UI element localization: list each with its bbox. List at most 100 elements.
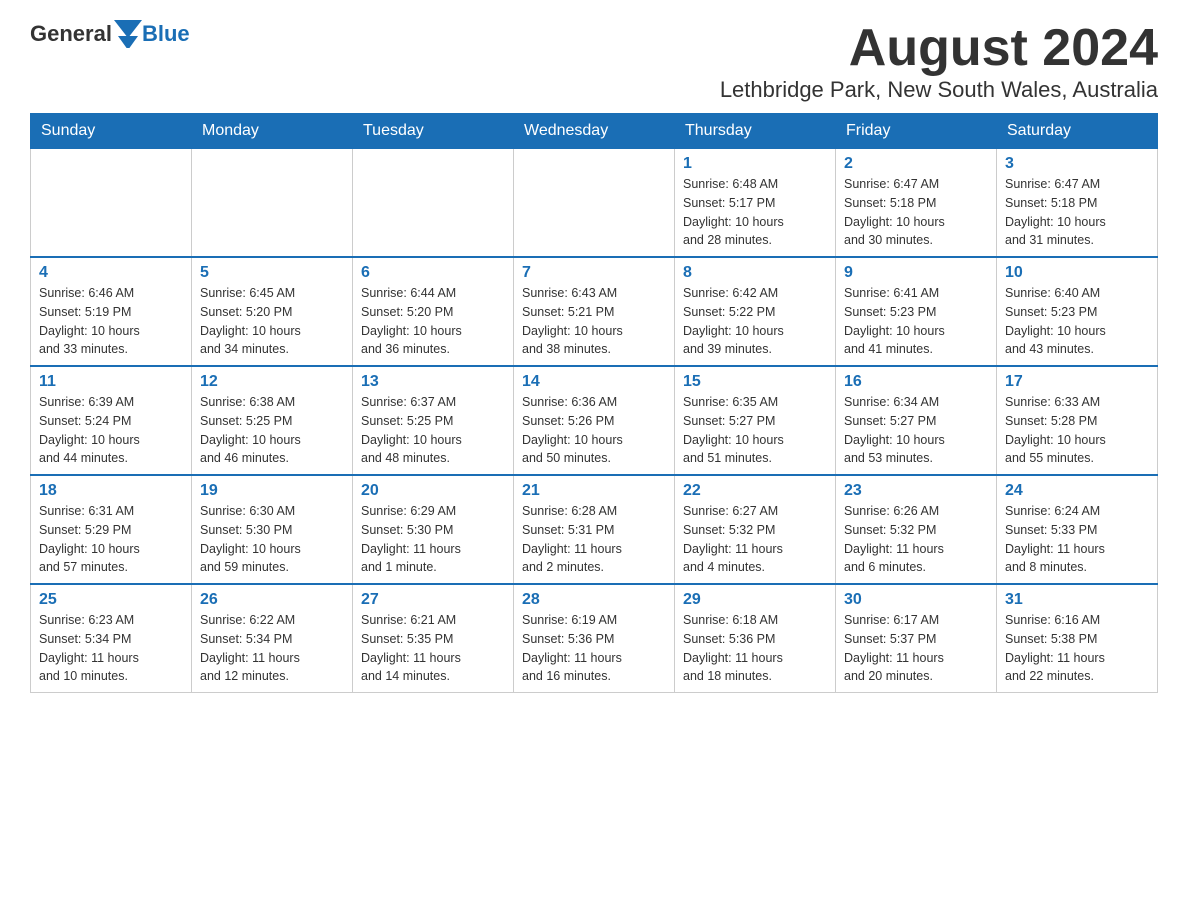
day-info: Sunrise: 6:44 AMSunset: 5:20 PMDaylight:…	[361, 284, 505, 359]
day-number: 26	[200, 591, 344, 609]
calendar-cell: 26 Sunrise: 6:22 AMSunset: 5:34 PMDayligh…	[192, 584, 353, 693]
calendar-cell: 5 Sunrise: 6:45 AMSunset: 5:20 PMDaylight…	[192, 257, 353, 366]
day-info: Sunrise: 6:28 AMSunset: 5:31 PMDaylight:…	[522, 502, 666, 577]
column-header-tuesday: Tuesday	[353, 114, 514, 149]
title-area: August 2024 Lethbridge Park, New South W…	[720, 20, 1158, 103]
day-info: Sunrise: 6:26 AMSunset: 5:32 PMDaylight:…	[844, 502, 988, 577]
day-number: 8	[683, 264, 827, 282]
calendar-cell: 24Sunrise: 6:24 AMSunset: 5:33 PMDayligh…	[997, 475, 1158, 584]
day-number: 25	[39, 591, 183, 609]
day-number: 10	[1005, 264, 1149, 282]
page-header: General Blue August 2024 Lethbridge Park…	[30, 20, 1158, 103]
calendar-week-1: 1 Sunrise: 6:48 AMSunset: 5:17 PMDaylight…	[31, 149, 1158, 258]
calendar-cell: 12 Sunrise: 6:38 AMSunset: 5:25 PMDayligh…	[192, 366, 353, 475]
day-number: 17	[1005, 373, 1149, 391]
day-info: Sunrise: 6:23 AMSunset: 5:34 PMDaylight:…	[39, 611, 183, 686]
logo-general-text: General	[30, 21, 112, 47]
calendar-cell: 2 Sunrise: 6:47 AMSunset: 5:18 PMDaylight…	[836, 149, 997, 258]
calendar-cell: 27 Sunrise: 6:21 AMSunset: 5:35 PMDayligh…	[353, 584, 514, 693]
day-info: Sunrise: 6:37 AMSunset: 5:25 PMDaylight:…	[361, 393, 505, 468]
day-info: Sunrise: 6:35 AMSunset: 5:27 PMDaylight:…	[683, 393, 827, 468]
day-info: Sunrise: 6:40 AMSunset: 5:23 PMDaylight:…	[1005, 284, 1149, 359]
day-info: Sunrise: 6:36 AMSunset: 5:26 PMDaylight:…	[522, 393, 666, 468]
calendar-week-5: 25 Sunrise: 6:23 AMSunset: 5:34 PMDayligh…	[31, 584, 1158, 693]
logo-icon	[114, 20, 142, 48]
day-info: Sunrise: 6:43 AMSunset: 5:21 PMDaylight:…	[522, 284, 666, 359]
calendar-cell: 17 Sunrise: 6:33 AMSunset: 5:28 PMDayligh…	[997, 366, 1158, 475]
day-number: 3	[1005, 155, 1149, 173]
logo-blue-text: Blue	[142, 21, 190, 47]
calendar-cell: 8 Sunrise: 6:42 AMSunset: 5:22 PMDaylight…	[675, 257, 836, 366]
day-info: Sunrise: 6:33 AMSunset: 5:28 PMDaylight:…	[1005, 393, 1149, 468]
day-number: 23	[844, 482, 988, 500]
calendar-cell: 11Sunrise: 6:39 AMSunset: 5:24 PMDayligh…	[31, 366, 192, 475]
calendar-cell: 28Sunrise: 6:19 AMSunset: 5:36 PMDayligh…	[514, 584, 675, 693]
calendar-cell: 4 Sunrise: 6:46 AMSunset: 5:19 PMDaylight…	[31, 257, 192, 366]
calendar-week-3: 11Sunrise: 6:39 AMSunset: 5:24 PMDayligh…	[31, 366, 1158, 475]
day-info: Sunrise: 6:47 AMSunset: 5:18 PMDaylight:…	[844, 175, 988, 250]
calendar-cell	[31, 149, 192, 258]
calendar-cell: 31Sunrise: 6:16 AMSunset: 5:38 PMDayligh…	[997, 584, 1158, 693]
calendar-cell: 23 Sunrise: 6:26 AMSunset: 5:32 PMDayligh…	[836, 475, 997, 584]
day-info: Sunrise: 6:41 AMSunset: 5:23 PMDaylight:…	[844, 284, 988, 359]
calendar-cell	[514, 149, 675, 258]
day-number: 27	[361, 591, 505, 609]
day-number: 28	[522, 591, 666, 609]
calendar-header-row: SundayMondayTuesdayWednesdayThursdayFrid…	[31, 114, 1158, 149]
day-info: Sunrise: 6:48 AMSunset: 5:17 PMDaylight:…	[683, 175, 827, 250]
day-info: Sunrise: 6:18 AMSunset: 5:36 PMDaylight:…	[683, 611, 827, 686]
calendar-cell: 13 Sunrise: 6:37 AMSunset: 5:25 PMDayligh…	[353, 366, 514, 475]
calendar-cell: 25 Sunrise: 6:23 AMSunset: 5:34 PMDayligh…	[31, 584, 192, 693]
day-number: 18	[39, 482, 183, 500]
day-number: 2	[844, 155, 988, 173]
day-info: Sunrise: 6:42 AMSunset: 5:22 PMDaylight:…	[683, 284, 827, 359]
month-title: August 2024	[720, 20, 1158, 77]
day-info: Sunrise: 6:34 AMSunset: 5:27 PMDaylight:…	[844, 393, 988, 468]
day-info: Sunrise: 6:27 AMSunset: 5:32 PMDaylight:…	[683, 502, 827, 577]
calendar-cell: 16 Sunrise: 6:34 AMSunset: 5:27 PMDayligh…	[836, 366, 997, 475]
calendar-cell: 30Sunrise: 6:17 AMSunset: 5:37 PMDayligh…	[836, 584, 997, 693]
calendar-cell: 3 Sunrise: 6:47 AMSunset: 5:18 PMDaylight…	[997, 149, 1158, 258]
day-number: 4	[39, 264, 183, 282]
day-number: 20	[361, 482, 505, 500]
calendar-cell: 10 Sunrise: 6:40 AMSunset: 5:23 PMDayligh…	[997, 257, 1158, 366]
day-number: 19	[200, 482, 344, 500]
column-header-friday: Friday	[836, 114, 997, 149]
day-number: 16	[844, 373, 988, 391]
day-number: 21	[522, 482, 666, 500]
calendar-cell: 22 Sunrise: 6:27 AMSunset: 5:32 PMDayligh…	[675, 475, 836, 584]
day-info: Sunrise: 6:29 AMSunset: 5:30 PMDaylight:…	[361, 502, 505, 577]
calendar-cell: 15Sunrise: 6:35 AMSunset: 5:27 PMDayligh…	[675, 366, 836, 475]
day-info: Sunrise: 6:31 AMSunset: 5:29 PMDaylight:…	[39, 502, 183, 577]
day-info: Sunrise: 6:24 AMSunset: 5:33 PMDaylight:…	[1005, 502, 1149, 577]
calendar-cell: 7 Sunrise: 6:43 AMSunset: 5:21 PMDaylight…	[514, 257, 675, 366]
day-number: 6	[361, 264, 505, 282]
calendar-cell: 29 Sunrise: 6:18 AMSunset: 5:36 PMDayligh…	[675, 584, 836, 693]
location-title: Lethbridge Park, New South Wales, Austra…	[720, 77, 1158, 103]
day-info: Sunrise: 6:16 AMSunset: 5:38 PMDaylight:…	[1005, 611, 1149, 686]
day-number: 29	[683, 591, 827, 609]
day-info: Sunrise: 6:22 AMSunset: 5:34 PMDaylight:…	[200, 611, 344, 686]
column-header-saturday: Saturday	[997, 114, 1158, 149]
day-number: 9	[844, 264, 988, 282]
calendar-cell: 6 Sunrise: 6:44 AMSunset: 5:20 PMDaylight…	[353, 257, 514, 366]
day-number: 12	[200, 373, 344, 391]
day-number: 7	[522, 264, 666, 282]
day-number: 13	[361, 373, 505, 391]
day-number: 22	[683, 482, 827, 500]
day-number: 5	[200, 264, 344, 282]
column-header-thursday: Thursday	[675, 114, 836, 149]
day-info: Sunrise: 6:45 AMSunset: 5:20 PMDaylight:…	[200, 284, 344, 359]
calendar-week-4: 18 Sunrise: 6:31 AMSunset: 5:29 PMDayligh…	[31, 475, 1158, 584]
calendar-table: SundayMondayTuesdayWednesdayThursdayFrid…	[30, 113, 1158, 693]
column-header-wednesday: Wednesday	[514, 114, 675, 149]
day-info: Sunrise: 6:38 AMSunset: 5:25 PMDaylight:…	[200, 393, 344, 468]
calendar-cell: 1 Sunrise: 6:48 AMSunset: 5:17 PMDaylight…	[675, 149, 836, 258]
calendar-cell: 18 Sunrise: 6:31 AMSunset: 5:29 PMDayligh…	[31, 475, 192, 584]
day-info: Sunrise: 6:46 AMSunset: 5:19 PMDaylight:…	[39, 284, 183, 359]
day-info: Sunrise: 6:21 AMSunset: 5:35 PMDaylight:…	[361, 611, 505, 686]
calendar-cell	[192, 149, 353, 258]
day-info: Sunrise: 6:47 AMSunset: 5:18 PMDaylight:…	[1005, 175, 1149, 250]
day-number: 1	[683, 155, 827, 173]
calendar-cell	[353, 149, 514, 258]
